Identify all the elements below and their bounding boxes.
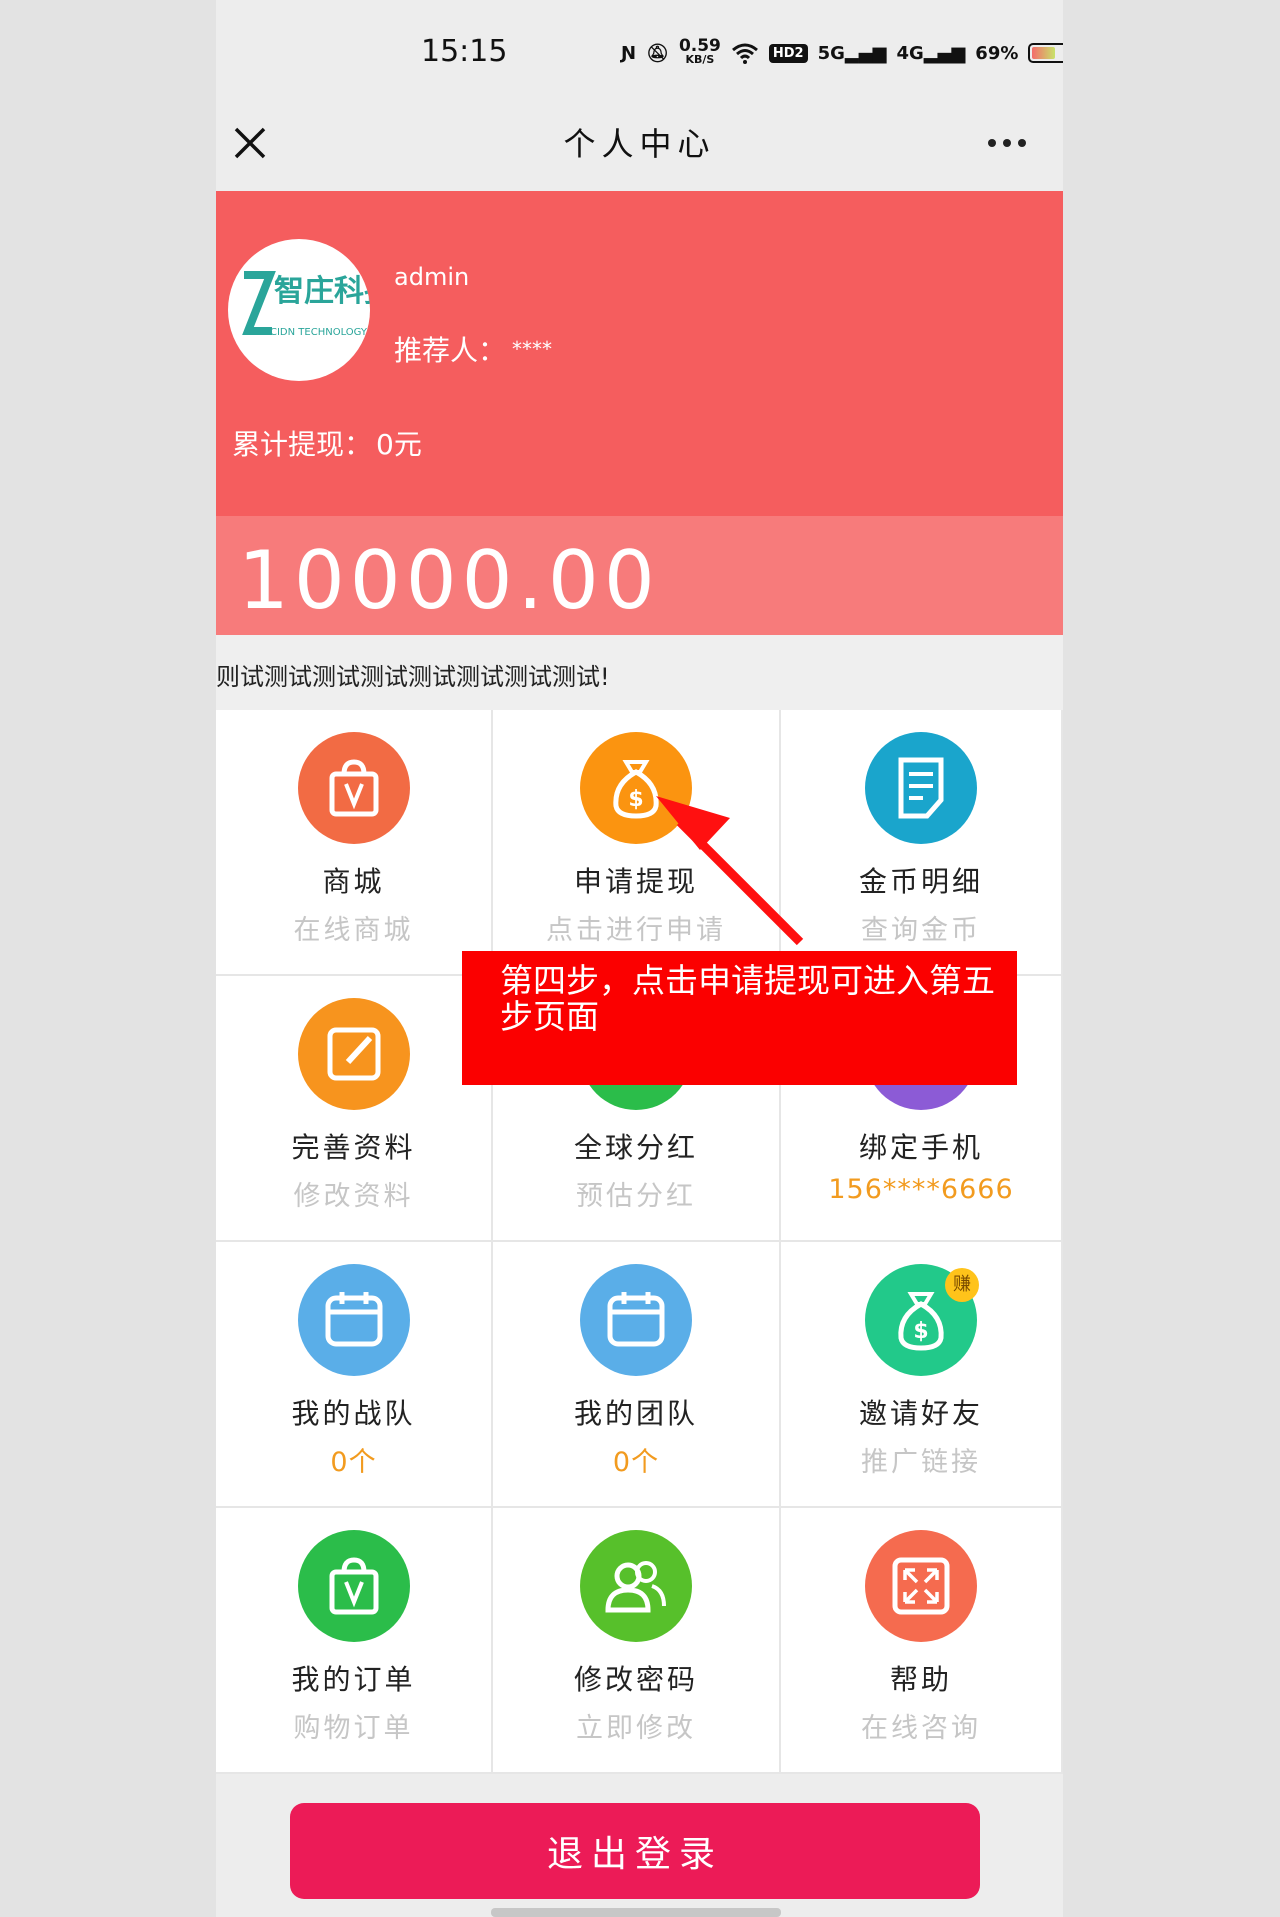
grid-item-title: 申请提现 <box>573 865 698 898</box>
grid-item-subtitle: 在线商城 <box>293 915 414 946</box>
calendar-circle <box>580 1264 692 1376</box>
grid-item-title: 绑定手机 <box>858 1131 983 1164</box>
grid-item-title: 我的团队 <box>573 1397 698 1430</box>
hd-badge: HD2 <box>768 43 808 63</box>
annotation-callout: 第四步，点击申请提现可进入第五步页面 <box>462 951 1017 1085</box>
grid-item-title: 帮助 <box>889 1663 952 1696</box>
users-circle <box>580 1530 692 1642</box>
grid-item-title: 全球分红 <box>573 1131 698 1164</box>
page-title: 个人中心 <box>563 125 716 163</box>
grid-item-title: 完善资料 <box>291 1131 416 1164</box>
signal-4g-label: 4G <box>896 42 924 64</box>
grid-item-subtitle: 在线咨询 <box>861 1713 981 1744</box>
users-icon <box>605 1561 666 1613</box>
money-bag-icon: $ <box>898 1292 944 1351</box>
earn-badge: 赚 <box>945 1268 979 1302</box>
battery-icon <box>1028 43 1063 63</box>
expand-circle <box>865 1530 977 1642</box>
edit-circle <box>297 998 410 1110</box>
grid-item-2[interactable]: 金币明细 查询金币 <box>781 710 1061 974</box>
home-indicator <box>491 1908 781 1917</box>
shopping-bag-circle <box>297 732 410 844</box>
brand-logo: 智庄科技 CIDN TECHNOLOGY <box>242 271 370 338</box>
grid-item-subtitle: 修改资料 <box>293 1181 414 1212</box>
grid-item-1[interactable]: $ 申请提现点击进行申请 <box>493 710 779 974</box>
logout-button[interactable]: 退出登录 <box>290 1803 980 1899</box>
grid-item-subtitle: 0个 <box>330 1447 377 1478</box>
avatar[interactable]: 智庄科技 CIDN TECHNOLOGY <box>228 239 370 381</box>
signal-5g-label: 5G <box>817 42 845 64</box>
calendar-circle <box>297 1264 410 1376</box>
battery-percent: 69% <box>975 42 1019 64</box>
net-speed-value: 0.59 <box>678 36 721 56</box>
grid-item-subtitle: 0个 <box>612 1447 660 1478</box>
more-icon[interactable] <box>988 139 1026 147</box>
referrer-value: **** <box>512 337 553 361</box>
grid-item-title: 邀请好友 <box>858 1397 983 1430</box>
total-withdraw: 累计提现： 0元 <box>232 423 422 463</box>
notice-marquee: 则试测试测试测试测试测试测试测试! <box>216 635 1063 710</box>
grid-item-0[interactable]: 商城 在线商城 <box>216 710 491 974</box>
grid-item-subtitle: 购物订单 <box>293 1713 414 1744</box>
edit-icon <box>327 1027 380 1081</box>
grid-item-9[interactable]: 我的订单 购物订单 <box>216 1508 491 1772</box>
calendar-icon <box>607 1292 665 1347</box>
grid-item-subtitle: 推广链接 <box>861 1447 981 1478</box>
grid-item-title: 我的战队 <box>291 1397 416 1430</box>
total-withdraw-value: 0元 <box>376 428 422 461</box>
signal-5g-icon: 5G▂▄▆ <box>817 42 887 64</box>
money-bag-circle: $ <box>580 732 692 844</box>
grid-item-11[interactable]: 帮助 在线咨询 <box>781 1508 1061 1772</box>
annotation-text: 第四步，点击申请提现可进入第五步页面 <box>500 961 995 1036</box>
status-time: 15:15 <box>421 34 508 69</box>
grid-item-title: 修改密码 <box>573 1663 698 1696</box>
grid-item-7[interactable]: 我的团队 0个 <box>493 1242 779 1506</box>
battery-fill <box>1032 47 1055 59</box>
referrer-label: 推荐人： <box>394 334 507 367</box>
grid-item-title: 商城 <box>322 865 385 898</box>
top-nav-bar: 个人中心 <box>216 105 1063 191</box>
calendar-icon <box>325 1292 382 1347</box>
money-bag-circle: $ 赚 <box>865 1264 979 1376</box>
profile-card: 智庄科技 CIDN TECHNOLOGY admin 推荐人： **** 累计提… <box>216 191 1063 516</box>
grid-item-subtitle: 预估分红 <box>576 1181 696 1212</box>
svg-text:$: $ <box>628 787 643 812</box>
grid-item-8[interactable]: $ 赚邀请好友 推广链接 <box>781 1242 1061 1506</box>
username: admin <box>394 263 470 291</box>
document-circle <box>865 732 977 844</box>
shopping-bag-circle <box>297 1530 410 1642</box>
grid-item-10[interactable]: 修改密码 立即修改 <box>493 1508 779 1772</box>
mute-bell-icon: 🔕︎ <box>646 42 669 64</box>
grid-item-3[interactable]: 完善资料 修改资料 <box>216 976 491 1240</box>
grid-item-subtitle: 查询金币 <box>861 915 981 946</box>
balance-amount: 10000.00 <box>238 534 660 627</box>
status-bar: 15:15 Ɲ 🔕︎ 0.59 KB/S HD2 5G▂▄▆ 4G▂▄▆ 69% <box>216 0 1063 105</box>
grid-item-title: 金币明细 <box>858 865 983 898</box>
feature-grid: 商城 在线商城 $ 申请提现 点击进行申请 金币明细 查询金币 完善资料 修改资料 全球分红 预估分… <box>216 710 1063 1774</box>
grid-item-6[interactable]: 我的战队 0个 <box>216 1242 491 1506</box>
expand-icon <box>892 1557 950 1615</box>
grid-item-subtitle: 立即修改 <box>576 1713 696 1744</box>
shopping-bag-icon <box>329 759 378 817</box>
svg-text:$: $ <box>913 1319 928 1344</box>
grid-item-subtitle: 点击进行申请 <box>546 915 726 946</box>
net-speed: 0.59 KB/S <box>678 36 721 67</box>
document-icon <box>898 757 944 819</box>
grid-item-subtitle: 156****6666 <box>828 1174 1014 1205</box>
total-withdraw-label: 累计提现： <box>232 428 373 461</box>
brand-name-en: CIDN TECHNOLOGY <box>270 327 368 338</box>
nfc-icon: Ɲ <box>621 42 637 64</box>
net-speed-unit: KB/S <box>685 53 715 66</box>
brand-name-cn: 智庄科技 <box>274 274 370 309</box>
wifi-icon <box>731 43 758 64</box>
referrer: 推荐人： **** <box>394 329 552 369</box>
shopping-bag-icon <box>329 1557 378 1615</box>
grid-item-title: 我的订单 <box>291 1663 416 1696</box>
notice-text: 则试测试测试测试测试测试测试测试! <box>216 663 610 691</box>
status-icons: Ɲ 🔕︎ 0.59 KB/S HD2 5G▂▄▆ 4G▂▄▆ 69% <box>621 36 1063 70</box>
money-bag-icon: $ <box>613 760 659 819</box>
signal-4g-icon: 4G▂▄▆ <box>896 42 966 64</box>
balance-band: 10000.00 <box>216 516 1063 635</box>
